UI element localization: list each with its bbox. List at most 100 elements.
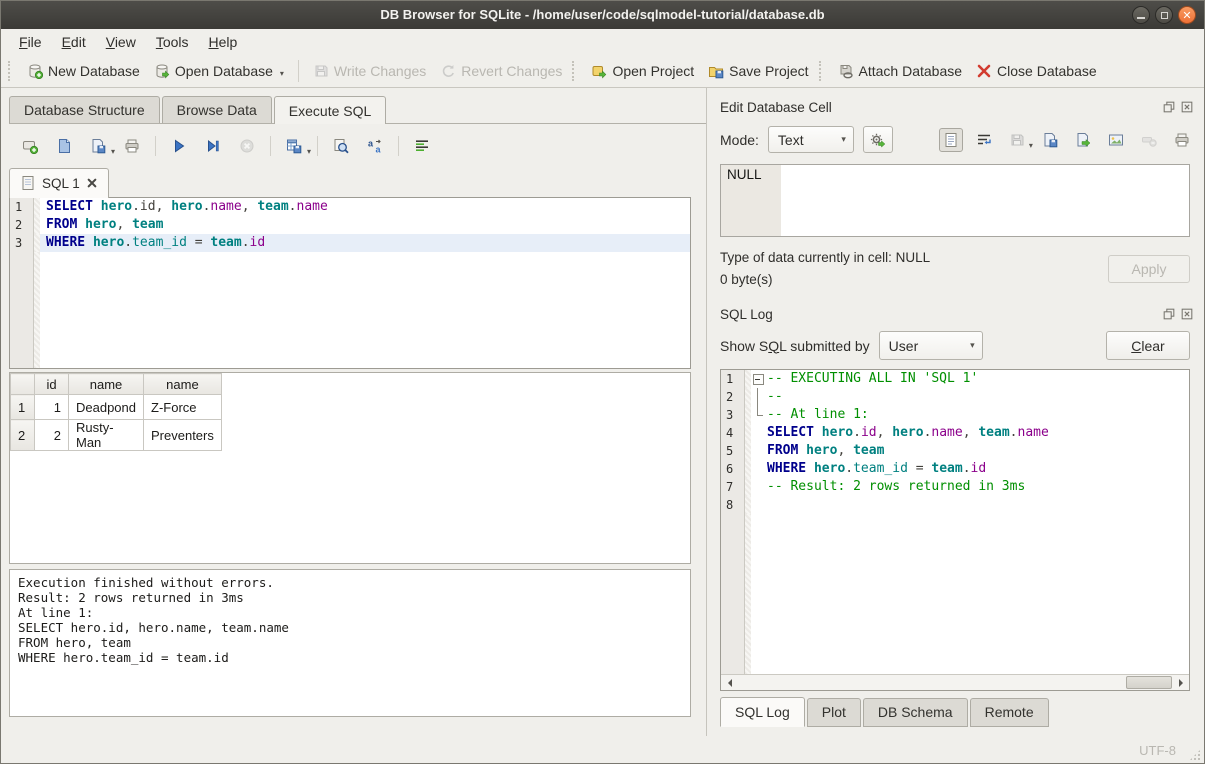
print-cell-button[interactable] (1170, 128, 1194, 152)
log-line[interactable]: 2-- (721, 388, 1189, 406)
save-sql-button[interactable]: ▾ (87, 135, 109, 157)
execute-all-button[interactable] (168, 135, 190, 157)
revert-changes-button[interactable]: Revert Changes (433, 59, 569, 83)
save-as-button[interactable] (1038, 128, 1062, 152)
fold-minus-icon[interactable] (751, 370, 765, 388)
tab-db-schema[interactable]: DB Schema (863, 698, 968, 727)
menu-file[interactable]: File (9, 31, 52, 53)
cell[interactable]: Deadpond (69, 395, 144, 420)
format-button[interactable] (411, 135, 433, 157)
cell[interactable]: 1 (35, 395, 69, 420)
minimize-button[interactable] (1132, 6, 1150, 24)
dock-close-icon[interactable] (1180, 100, 1194, 114)
export-cell-button[interactable] (1071, 128, 1095, 152)
log-line[interactable]: 5FROM hero, team (721, 442, 1189, 460)
tab-sql-log[interactable]: SQL Log (720, 697, 805, 727)
cell-value-editor[interactable]: NULL (720, 164, 1190, 237)
editor-empty-area[interactable] (10, 252, 690, 368)
import-text-button[interactable] (863, 126, 893, 153)
log-line[interactable]: 1-- EXECUTING ALL IN 'SQL 1' (721, 370, 1189, 388)
cell-editor-body[interactable] (781, 165, 1189, 236)
editor-line[interactable]: 3WHERE hero.team_id = team.id (10, 234, 690, 252)
new-tab-button[interactable] (19, 135, 41, 157)
open-database-button[interactable]: Open Database▾ (147, 59, 291, 83)
replace-button[interactable]: aa (364, 135, 386, 157)
toolbar-handle[interactable] (8, 61, 13, 81)
results-table: idnamename11DeadpondZ-Force22Rusty-ManPr… (10, 373, 222, 451)
clear-log-button[interactable]: Clear (1106, 331, 1190, 360)
log-empty-area (721, 514, 1189, 674)
tab-plot[interactable]: Plot (807, 698, 861, 727)
dock-float-icon[interactable] (1162, 307, 1176, 321)
text-mode-button[interactable] (939, 128, 963, 152)
tab-database-structure[interactable]: Database Structure (9, 96, 160, 123)
tab-execute-sql[interactable]: Execute SQL (274, 96, 387, 124)
menu-view[interactable]: View (96, 31, 146, 53)
dock-close-icon[interactable] (1180, 307, 1194, 321)
log-line[interactable]: 4SELECT hero.id, hero.name, team.name (721, 424, 1189, 442)
log-line[interactable]: 8 (721, 496, 1189, 514)
close-database-button[interactable]: Close Database (969, 59, 1104, 83)
open-project-button[interactable]: Open Project (584, 59, 701, 83)
toolbar-handle[interactable] (572, 61, 577, 81)
scrollbar-thumb[interactable] (1126, 676, 1172, 689)
cell[interactable]: Z-Force (144, 395, 222, 420)
message-line: FROM hero, team (18, 635, 682, 650)
new-database-button[interactable]: New Database (20, 59, 147, 83)
editor-line[interactable]: 1SELECT hero.id, hero.name, team.name (10, 198, 690, 216)
log-filter-select[interactable]: User ▾ (879, 331, 983, 360)
log-horizontal-scrollbar[interactable] (721, 674, 1189, 690)
apply-button[interactable]: Apply (1108, 255, 1190, 283)
sql-doc-tab[interactable]: SQL 1 (9, 168, 109, 198)
log-line[interactable]: 7-- Result: 2 rows returned in 3ms (721, 478, 1189, 496)
close-button[interactable]: ✕ (1178, 6, 1196, 24)
maximize-button[interactable] (1155, 6, 1173, 24)
menu-tools[interactable]: Tools (146, 31, 199, 53)
scrollbar-track[interactable] (737, 675, 1173, 690)
execute-line-button[interactable] (202, 135, 224, 157)
column-header-id-0[interactable]: id (35, 374, 69, 395)
editor-line-body: SELECT hero.id, hero.name, team.name (34, 198, 690, 216)
toolbar-handle[interactable] (819, 61, 824, 81)
scroll-left-arrow[interactable] (721, 675, 737, 690)
tab-browse-data[interactable]: Browse Data (162, 96, 272, 123)
row-header[interactable]: 1 (11, 395, 35, 420)
attach-database-button[interactable]: Attach Database (831, 59, 970, 83)
open-sql-button[interactable] (53, 135, 75, 157)
save-cell-button[interactable]: ▾ (1005, 128, 1029, 152)
row-header[interactable]: 2 (11, 420, 35, 451)
export-cell-icon (1075, 132, 1091, 148)
grid-corner[interactable] (11, 374, 35, 395)
resize-grip[interactable] (1189, 749, 1201, 761)
print-button[interactable] (121, 135, 143, 157)
code-text: SELECT hero.id, hero.name, team.name (40, 198, 328, 216)
tab-remote[interactable]: Remote (970, 698, 1049, 727)
write-changes-button[interactable]: Write Changes (306, 59, 433, 83)
log-line[interactable]: 3-- At line 1: (721, 406, 1189, 424)
stop-button[interactable] (236, 135, 258, 157)
log-filter-value: User (889, 338, 919, 354)
save-results-button[interactable]: ▾ (283, 135, 305, 157)
sql-editor[interactable]: 1SELECT hero.id, hero.name, team.name2FR… (9, 197, 691, 369)
execution-message[interactable]: Execution finished without errors.Result… (9, 569, 691, 717)
cell[interactable]: 2 (35, 420, 69, 451)
menu-help[interactable]: Help (199, 31, 248, 53)
column-header-name-1[interactable]: name (69, 374, 144, 395)
titlebar[interactable]: DB Browser for SQLite - /home/user/code/… (1, 1, 1204, 29)
editor-line[interactable]: 2FROM hero, team (10, 216, 690, 234)
cell[interactable]: Rusty-Man (69, 420, 144, 451)
save-project-button[interactable]: Save Project (701, 59, 815, 83)
cell[interactable]: Preventers (144, 420, 222, 451)
log-line[interactable]: 6WHERE hero.team_id = team.id (721, 460, 1189, 478)
scroll-right-arrow[interactable] (1173, 675, 1189, 690)
word-wrap-button[interactable] (972, 128, 996, 152)
set-null-button[interactable] (1137, 128, 1161, 152)
dock-float-icon[interactable] (1162, 100, 1176, 114)
image-link-button[interactable] (1104, 128, 1128, 152)
mode-select[interactable]: Text ▾ (768, 126, 854, 153)
menu-edit[interactable]: Edit (52, 31, 96, 53)
column-header-name-2[interactable]: name (144, 374, 222, 395)
sql-log-view[interactable]: 1-- EXECUTING ALL IN 'SQL 1'2--3-- At li… (720, 369, 1190, 691)
find-button[interactable] (330, 135, 352, 157)
close-tab-icon[interactable] (86, 177, 98, 189)
